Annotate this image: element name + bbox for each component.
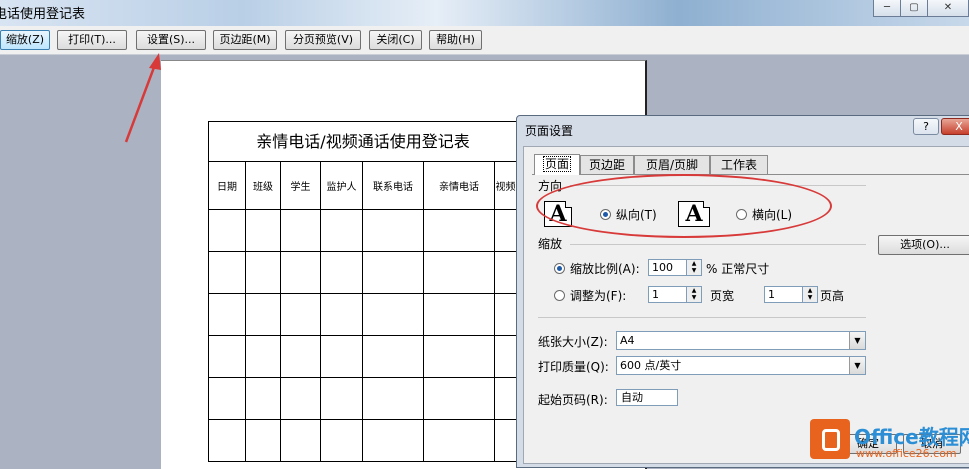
fit-to-radio[interactable]: [554, 290, 565, 301]
fit-tall-label: 页高: [820, 289, 845, 303]
paper-size-value: A4: [620, 334, 635, 347]
first-page-label: 起始页码(R):: [538, 393, 608, 407]
print-quality-value: 600 点/英寸: [620, 359, 682, 372]
tab-margins[interactable]: 页边距: [580, 155, 634, 174]
fit-tall-input[interactable]: 1 ▲ ▼: [764, 286, 818, 303]
tab-page[interactable]: 页面: [534, 154, 580, 175]
fit-wide-spinner-icon[interactable]: ▲ ▼: [686, 287, 701, 302]
help-icon[interactable]: ?: [913, 118, 939, 135]
scaling-divider: [570, 244, 866, 245]
first-page-value: 自动: [621, 391, 643, 404]
scaling-section-label: 缩放: [538, 237, 563, 251]
scale-percent-input[interactable]: 100 ▲ ▼: [648, 259, 702, 276]
fit-wide-label: 页宽: [710, 289, 735, 303]
tab-sheet[interactable]: 工作表: [710, 155, 768, 174]
watermark-name: Office教程网: [854, 425, 969, 449]
scale-percent-value: 100: [652, 261, 673, 274]
dialog-title: 页面设置: [525, 124, 574, 138]
scale-spinner-icon[interactable]: ▲ ▼: [686, 260, 701, 275]
paper-divider: [538, 317, 866, 318]
dialog-titlebar: 页面设置 ? X: [517, 116, 969, 142]
fit-wide-input[interactable]: 1 ▲ ▼: [648, 286, 702, 303]
chevron-down-icon[interactable]: ▼: [849, 332, 865, 349]
tab-page-label: 页面: [542, 156, 572, 172]
watermark: Office教程网 www.office26.com: [804, 415, 969, 468]
scale-suffix-label: % 正常尺寸: [706, 262, 770, 276]
dialog-close-icon[interactable]: X: [941, 118, 969, 135]
office-logo-icon: [810, 419, 850, 459]
scale-radio[interactable]: [554, 263, 565, 274]
watermark-url: www.office26.com: [856, 447, 957, 460]
paper-size-label: 纸张大小(Z):: [538, 335, 608, 349]
fit-tall-value: 1: [768, 288, 775, 301]
fit-to-label[interactable]: 调整为(F):: [570, 287, 626, 304]
tab-divider: [532, 174, 969, 175]
first-page-input[interactable]: 自动: [616, 389, 678, 406]
annotation-ellipse: [536, 174, 832, 238]
fit-tall-spinner-icon[interactable]: ▲ ▼: [802, 287, 817, 302]
chevron-down-icon[interactable]: ▼: [849, 357, 865, 374]
print-quality-label: 打印质量(Q):: [538, 360, 609, 374]
fit-wide-value: 1: [652, 288, 659, 301]
options-button[interactable]: 选项(O)...: [878, 235, 969, 255]
scale-label[interactable]: 缩放比例(A):: [570, 260, 640, 277]
paper-size-select[interactable]: A4 ▼: [616, 331, 866, 350]
print-quality-select[interactable]: 600 点/英寸 ▼: [616, 356, 866, 375]
tab-header-footer[interactable]: 页眉/页脚: [634, 155, 710, 174]
